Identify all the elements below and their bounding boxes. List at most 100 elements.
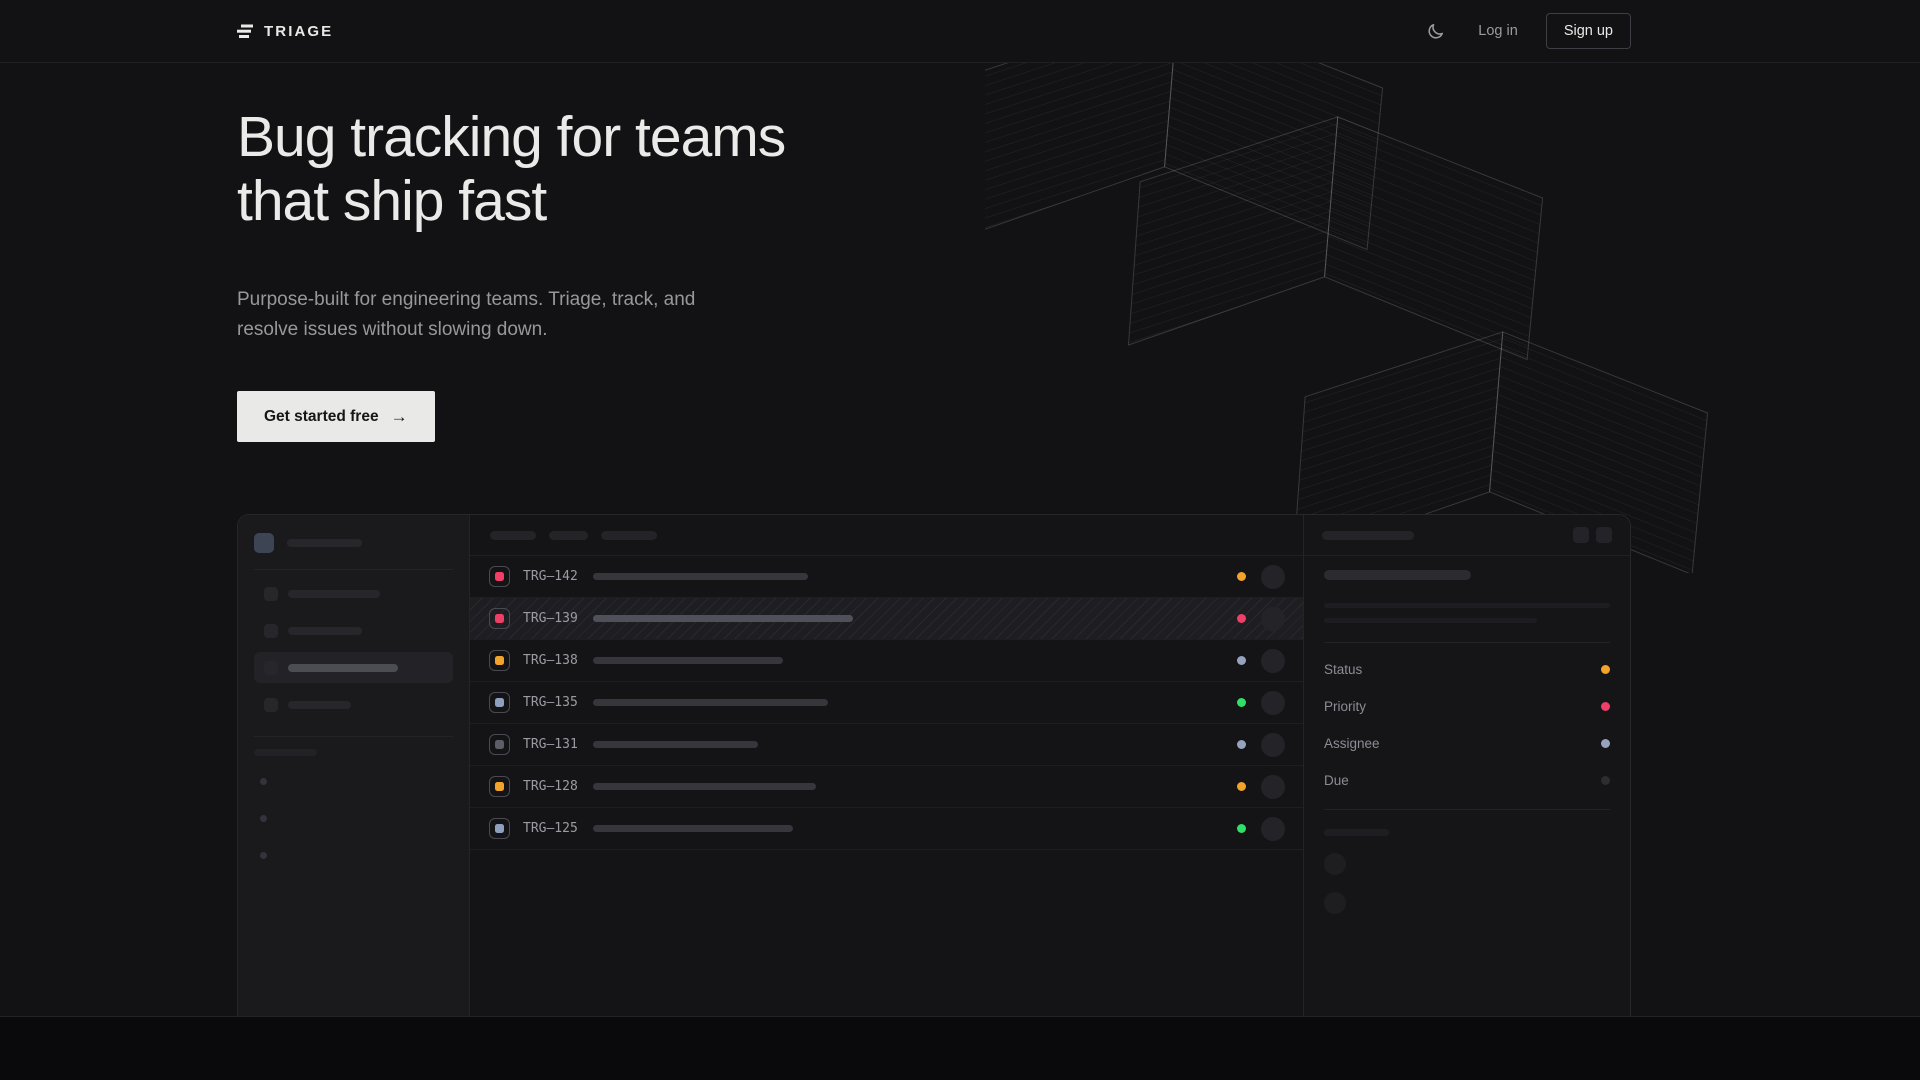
activity-label-skeleton [1324, 829, 1389, 836]
divider [254, 736, 453, 737]
sidebar-item [254, 652, 453, 683]
property-value-dot [1601, 665, 1610, 674]
sidebar-item-label-skeleton [288, 627, 362, 635]
property-row: Assignee [1324, 725, 1610, 762]
issue-row: TRG–131 [470, 724, 1303, 766]
issue-assignee-avatar-skeleton [1261, 565, 1285, 589]
sidebar-item [254, 689, 453, 720]
issue-type-icon [489, 566, 510, 587]
mockup-sidebar [238, 515, 470, 1016]
property-value-dot [1601, 739, 1610, 748]
issue-id: TRG–135 [523, 695, 581, 710]
sidebar-dot [260, 852, 267, 859]
issue-type-icon [489, 650, 510, 671]
property-row: Status [1324, 651, 1610, 688]
issue-row: TRG–135 [470, 682, 1303, 724]
issue-row: TRG–138 [470, 640, 1303, 682]
get-started-label: Get started free [264, 408, 379, 426]
issue-type-icon [489, 776, 510, 797]
moon-icon [1426, 22, 1445, 41]
headline-line-2: that ship fast [237, 169, 546, 233]
sidebar-item-label-skeleton [288, 701, 351, 709]
issue-title-skeleton [1324, 570, 1471, 580]
hero-headline: Bug tracking for teams that ship fast [237, 105, 1920, 233]
issue-type-icon [489, 608, 510, 629]
tab-skeleton [490, 531, 536, 540]
sidebar-item [254, 578, 453, 609]
issue-assignee-avatar-skeleton [1261, 733, 1285, 757]
issue-row: TRG–125 [470, 808, 1303, 850]
issue-assignee-avatar-skeleton [1261, 775, 1285, 799]
panel-action-skeleton [1596, 527, 1612, 543]
headline-line-1: Bug tracking for teams [237, 105, 785, 169]
issue-type-icon [489, 692, 510, 713]
sidebar-item-icon-skeleton [264, 624, 278, 638]
issue-id: TRG–125 [523, 821, 581, 836]
detail-panel-body: Status Priority Assignee Due [1304, 556, 1630, 914]
property-label: Due [1324, 773, 1349, 788]
issue-status-dot [1237, 740, 1246, 749]
issue-id: TRG–128 [523, 779, 581, 794]
property-row: Due [1324, 762, 1610, 799]
issue-status-dot [1237, 656, 1246, 665]
panel-action-skeleton [1573, 527, 1589, 543]
activity-avatar-skeleton [1324, 892, 1346, 914]
brand-logo[interactable]: TRIAGE [237, 23, 333, 40]
tab-skeleton [549, 531, 588, 540]
login-link[interactable]: Log in [1478, 23, 1518, 39]
issue-status-dot [1237, 698, 1246, 707]
divider [254, 569, 453, 570]
sidebar-item-icon-skeleton [264, 661, 278, 675]
nav-inner: TRIAGE Log in Sign up [237, 0, 1631, 62]
nav-actions: Log in Sign up [1418, 13, 1631, 49]
issue-title-skeleton [593, 573, 808, 580]
workspace-name-skeleton [287, 539, 362, 547]
arrow-right-icon: → [391, 407, 408, 427]
issue-type-icon [489, 734, 510, 755]
app-mockup: TRG–142 TRG–139 TRG–138 TRG–135 TRG–131 … [237, 514, 1631, 1016]
property-rows: Status Priority Assignee Due [1324, 651, 1610, 799]
issue-title-skeleton [593, 699, 828, 706]
issue-id: TRG–142 [523, 569, 581, 584]
signup-button[interactable]: Sign up [1546, 13, 1631, 49]
sidebar-item-label-skeleton [288, 664, 398, 672]
issue-type-icon [489, 818, 510, 839]
sidebar-dot [260, 815, 267, 822]
issue-id: TRG–139 [523, 611, 581, 626]
mockup-issue-list-pane: TRG–142 TRG–139 TRG–138 TRG–135 TRG–131 … [470, 515, 1304, 1016]
hero-subtitle: Purpose-built for engineering teams. Tri… [237, 285, 715, 345]
issue-list-header [470, 515, 1303, 556]
issue-id: TRG–138 [523, 653, 581, 668]
workspace-avatar [254, 533, 274, 553]
issue-status-dot [1237, 572, 1246, 581]
issue-assignee-avatar-skeleton [1261, 649, 1285, 673]
issue-status-dot [1237, 824, 1246, 833]
mockup-workspace-row [254, 533, 453, 553]
next-section [0, 1016, 1920, 1080]
property-row: Priority [1324, 688, 1610, 725]
activity-avatar-skeleton [1324, 853, 1346, 875]
issue-list: TRG–142 TRG–139 TRG–138 TRG–135 TRG–131 … [470, 556, 1303, 850]
issue-status-dot [1237, 782, 1246, 791]
issue-row: TRG–142 [470, 556, 1303, 598]
divider [1324, 809, 1610, 810]
sidebar-item [254, 615, 453, 646]
issue-title-skeleton [593, 657, 783, 664]
theme-toggle-button[interactable] [1418, 14, 1452, 48]
sidebar-item-label-skeleton [288, 590, 380, 598]
brand-name: TRIAGE [264, 23, 333, 40]
detail-panel-header [1304, 515, 1630, 556]
description-line-skeleton [1324, 603, 1610, 608]
sidebar-item-icon-skeleton [264, 587, 278, 601]
issue-title-skeleton [593, 741, 758, 748]
issue-row: TRG–128 [470, 766, 1303, 808]
property-label: Priority [1324, 699, 1366, 714]
divider [1324, 642, 1610, 643]
issue-title-skeleton [593, 615, 853, 622]
issue-status-dot [1237, 614, 1246, 623]
sidebar-nav-items [254, 578, 453, 720]
hero-section: Bug tracking for teams that ship fast Pu… [0, 63, 1920, 1016]
get-started-button[interactable]: Get started free → [237, 391, 435, 442]
issue-assignee-avatar-skeleton [1261, 817, 1285, 841]
sidebar-dot [260, 778, 267, 785]
